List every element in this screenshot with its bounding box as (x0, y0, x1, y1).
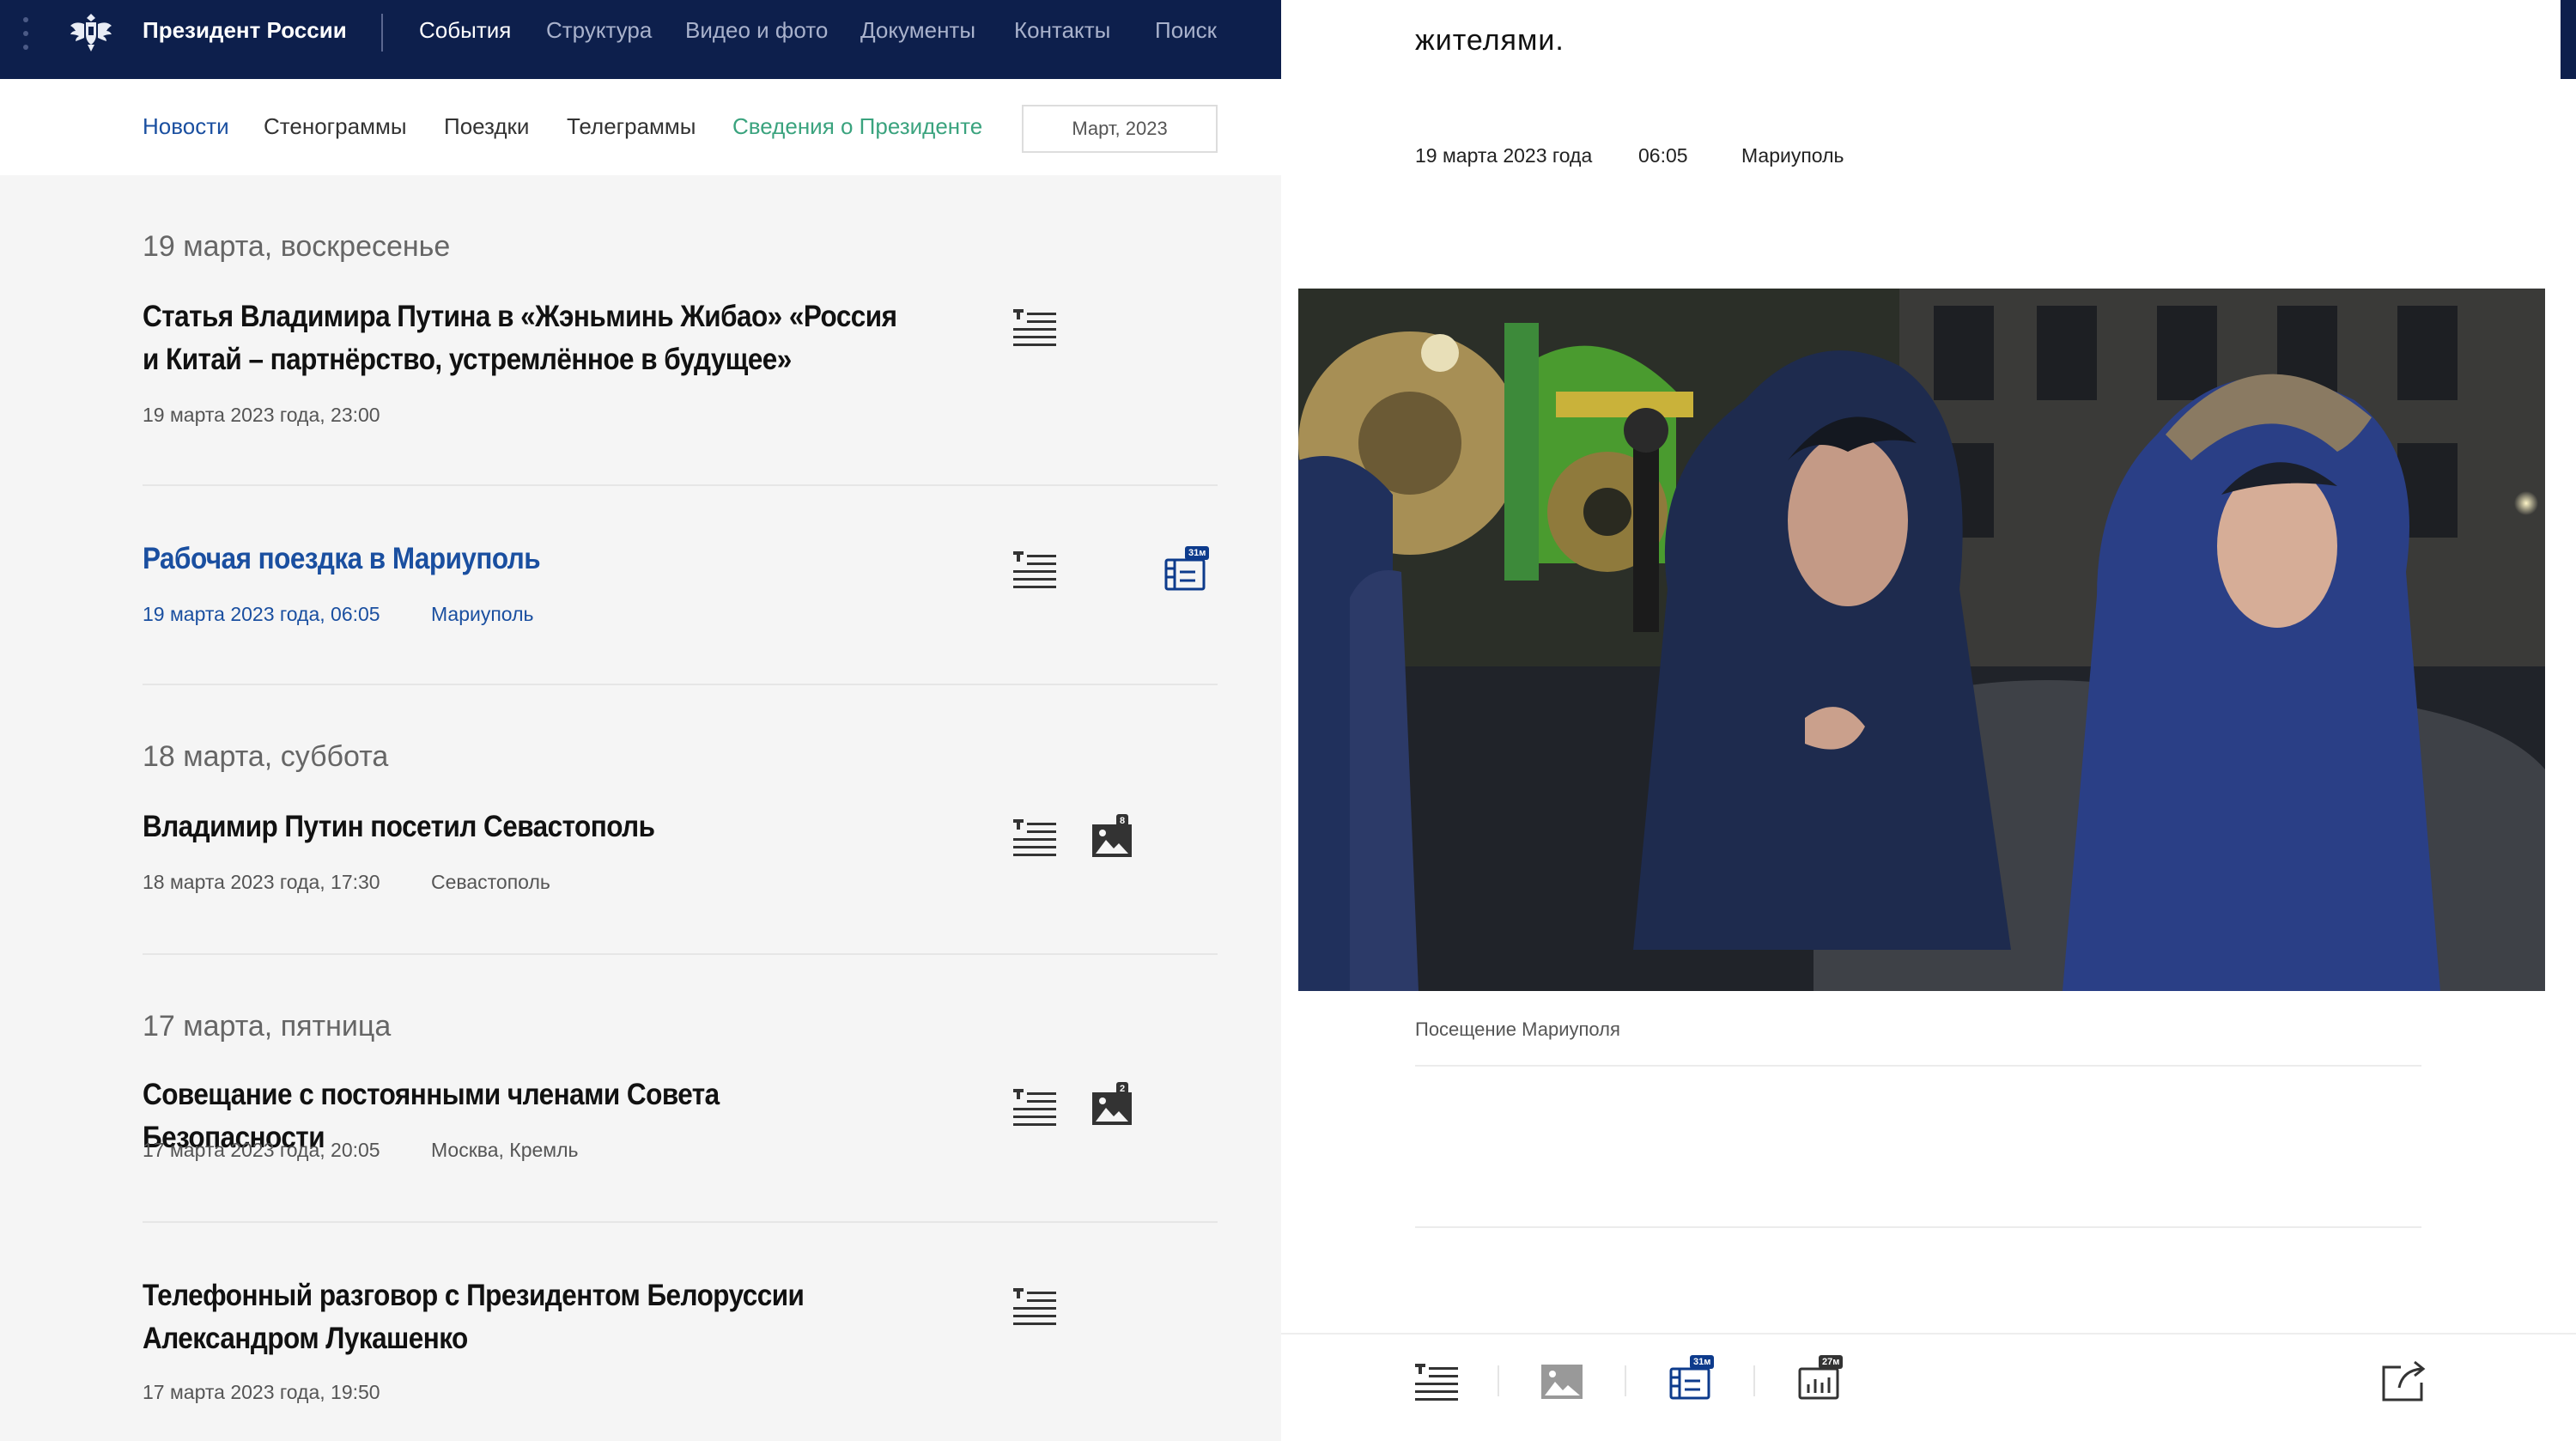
day-heading: 18 марта, суббота (143, 740, 389, 773)
eagle-emblem-icon[interactable] (67, 9, 115, 57)
top-navigation-bar: Президент России События Структура Видео… (0, 0, 1281, 79)
text-view-icon[interactable] (1415, 1364, 1458, 1401)
photo-gallery-icon[interactable]: 8 (1091, 814, 1137, 859)
transcript-icon[interactable] (1013, 1089, 1056, 1127)
nav-video-photo[interactable]: Видео и фото (685, 17, 828, 44)
photo-caption: Посещение Мариуполя (1415, 1018, 1620, 1040)
news-datetime: 17 марта 2023 года, 19:50 (143, 1381, 380, 1403)
divider (143, 684, 1218, 685)
news-title[interactable]: Телефонный разговор с Президентом Белору… (143, 1274, 908, 1360)
tab-transcripts[interactable]: Стенограммы (264, 113, 407, 140)
divider (143, 953, 1218, 955)
month-select[interactable]: Март, 2023 (1022, 105, 1218, 153)
divider (1415, 1226, 2421, 1228)
toolbar-divider (1753, 1365, 1755, 1396)
site-title[interactable]: Президент России (143, 17, 347, 44)
article-panel: жителями. 19 марта 2023 года 06:05 Мариу… (1281, 0, 2576, 1441)
transcript-icon[interactable] (1013, 819, 1056, 857)
menu-dots-icon[interactable] (22, 17, 29, 62)
video-view-icon[interactable]: 31м (1669, 1355, 1715, 1400)
nav-structure[interactable]: Структура (546, 17, 652, 44)
news-place[interactable]: Москва, Кремль (431, 1139, 579, 1162)
news-feed-panel: Президент России События Структура Видео… (0, 0, 1281, 1441)
news-datetime: 18 марта 2023 года, 17:30 (143, 871, 380, 893)
article-date: 19 марта 2023 года (1415, 144, 1593, 167)
article-photo[interactable] (1298, 289, 2545, 991)
news-title[interactable]: Владимир Путин посетил Севастополь (143, 806, 908, 848)
video-duration-badge: 31м (1185, 546, 1210, 560)
nav-search[interactable]: Поиск (1155, 17, 1217, 44)
news-datetime: 17 марта 2023 года, 20:05 (143, 1139, 380, 1161)
photo-count-badge: 2 (1116, 1082, 1129, 1096)
audio-view-icon[interactable]: 27м (1798, 1355, 1844, 1400)
news-title-link[interactable]: Рабочая поездка в Мариуполь (143, 538, 908, 581)
section-tabs: Новости Стенограммы Поездки Телеграммы С… (0, 79, 1281, 175)
divider (143, 1221, 1218, 1223)
audio-duration-badge: 27м (1819, 1355, 1844, 1369)
photo-gallery-icon[interactable]: 2 (1091, 1082, 1137, 1127)
article-text-fragment: жителями. (1415, 24, 1564, 57)
tab-trips[interactable]: Поездки (444, 113, 529, 140)
nav-events[interactable]: События (419, 17, 511, 44)
article-time: 06:05 (1638, 144, 1688, 167)
news-place[interactable]: Мариуполь (431, 603, 534, 626)
divider (1415, 1065, 2421, 1067)
day-heading: 17 марта, пятница (143, 1010, 392, 1043)
news-place[interactable]: Севастополь (431, 871, 550, 894)
article-toolbar: 31м 27м (1281, 1333, 2576, 1441)
news-datetime: 19 марта 2023 года, 06:05 (143, 603, 380, 625)
news-datetime: 19 марта 2023 года, 23:00 (143, 404, 380, 426)
transcript-icon[interactable] (1013, 551, 1056, 589)
scrollbar[interactable] (2561, 0, 2576, 79)
toolbar-divider (1625, 1365, 1626, 1396)
photo-view-icon[interactable] (1540, 1364, 1583, 1400)
header-divider (381, 14, 383, 52)
nav-contacts[interactable]: Контакты (1014, 17, 1110, 44)
tab-news[interactable]: Новости (143, 113, 229, 140)
tab-telegrams[interactable]: Телеграммы (567, 113, 696, 140)
day-heading: 19 марта, воскресенье (143, 230, 451, 263)
video-duration-badge: 31м (1690, 1355, 1715, 1369)
divider (143, 484, 1218, 486)
tab-president-info[interactable]: Сведения о Президенте (732, 113, 982, 140)
news-title[interactable]: Статья Владимира Путина в «Жэньминь Жиба… (143, 295, 908, 381)
article-place[interactable]: Мариуполь (1741, 144, 1844, 167)
share-icon[interactable] (2382, 1359, 2427, 1401)
transcript-icon[interactable] (1013, 309, 1056, 347)
toolbar-divider (1498, 1365, 1499, 1396)
transcript-icon[interactable] (1013, 1288, 1056, 1326)
nav-documents[interactable]: Документы (860, 17, 975, 44)
photo-count-badge: 8 (1116, 814, 1129, 828)
video-icon[interactable]: 31м (1164, 546, 1210, 591)
